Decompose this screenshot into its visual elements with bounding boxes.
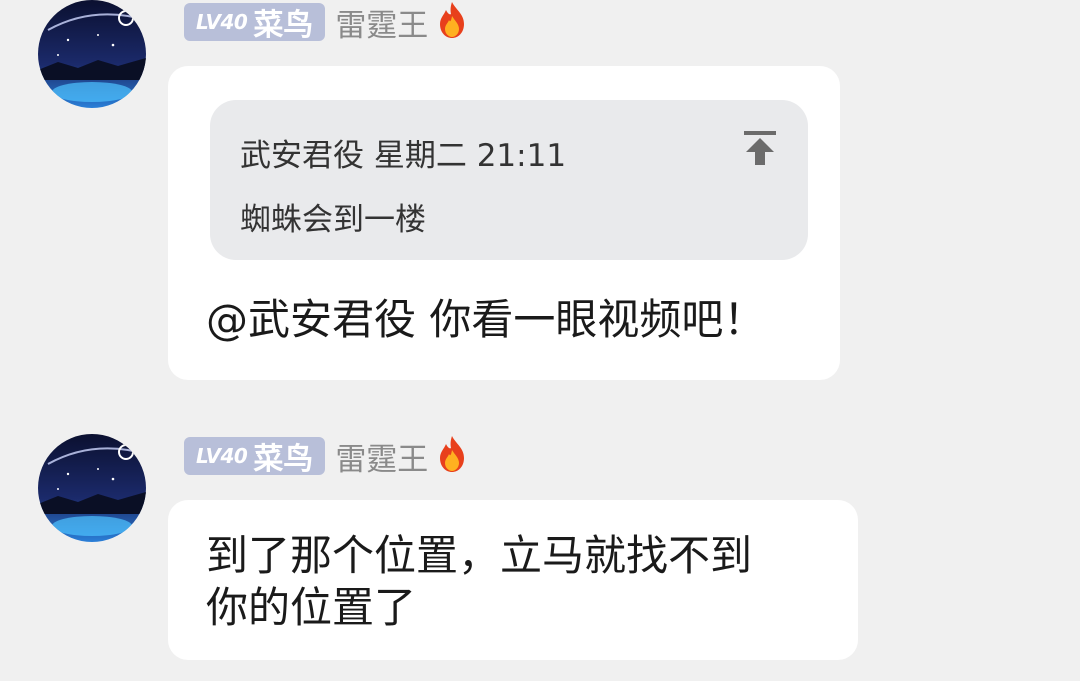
- fire-icon: [434, 0, 470, 44]
- level-text: LV40: [196, 444, 248, 468]
- rank-text: 菜鸟: [253, 442, 314, 477]
- username[interactable]: 雷霆王: [335, 434, 428, 479]
- level-badge: LV40 菜鸟: [184, 3, 326, 43]
- message-bubble[interactable]: 武安君役 星期二 21:11 蜘蛛会到一楼 @武安君役 你看一眼视频吧！: [168, 66, 840, 380]
- message-bubble[interactable]: 到了那个位置，立马就找不到 你的位置了: [168, 500, 858, 660]
- message-line: 你的位置了: [206, 583, 417, 632]
- message-line: 到了那个位置，立马就找不到: [206, 531, 753, 580]
- avatar[interactable]: [38, 434, 146, 542]
- message-text: @武安君役 你看一眼视频吧！: [206, 295, 766, 344]
- message-meta: LV40 菜鸟 雷霆王: [184, 0, 470, 45]
- pin-top-icon[interactable]: [740, 128, 780, 168]
- level-badge: LV40 菜鸟: [184, 437, 326, 477]
- avatar[interactable]: [38, 0, 146, 108]
- fire-icon: [434, 434, 470, 478]
- quoted-message[interactable]: 武安君役 星期二 21:11 蜘蛛会到一楼: [210, 100, 808, 260]
- username[interactable]: 雷霆王: [335, 0, 428, 45]
- quote-author-time: 武安君役 星期二 21:11: [240, 138, 567, 174]
- rank-text: 菜鸟: [253, 8, 314, 43]
- message-meta: LV40 菜鸟 雷霆王: [184, 434, 470, 479]
- quote-text: 蜘蛛会到一楼: [240, 202, 426, 238]
- message-text: 到了那个位置，立马就找不到 你的位置了: [206, 530, 752, 634]
- level-text: LV40: [196, 10, 248, 34]
